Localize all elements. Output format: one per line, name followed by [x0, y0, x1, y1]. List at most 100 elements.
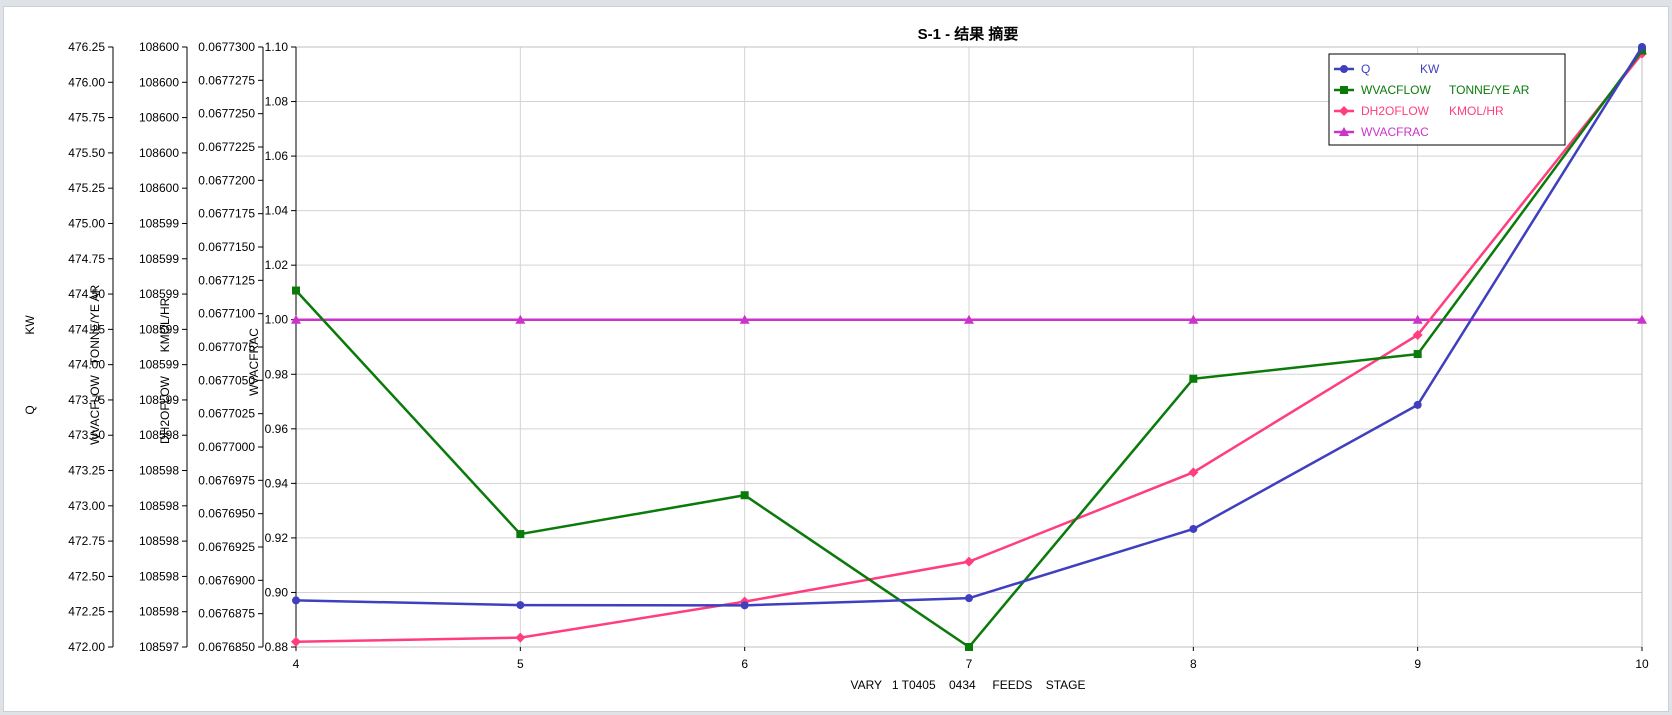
- legend-marker: [1340, 65, 1348, 73]
- y-tick-label-dh2oflow: 0.0676900: [198, 573, 255, 587]
- y-tick-label-dh2oflow: 0.0677175: [198, 207, 255, 221]
- y-tick-label-dh2oflow: 0.0676950: [198, 507, 255, 521]
- y-tick-label-q: 476.00: [68, 75, 105, 89]
- y-tick-label-wvacfrac: 1.04: [265, 204, 289, 218]
- data-point-wvacflow: [965, 643, 973, 651]
- data-point-dh2oflow: [515, 632, 526, 643]
- y-tick-label-dh2oflow: 0.0677150: [198, 240, 255, 254]
- y-tick-label-wvacfrac: 0.88: [265, 640, 289, 654]
- data-point-q: [1413, 400, 1422, 409]
- y-tick-label-wvacflow: 108600: [139, 75, 179, 89]
- y-tick-label-q: 472.75: [68, 534, 105, 548]
- y-tick-label-wvacflow: 108598: [139, 499, 179, 513]
- y-tick-label-dh2oflow: 0.0676875: [198, 607, 255, 621]
- y-tick-label-wvacfrac: 1.06: [265, 149, 289, 163]
- y-tick-label-wvacflow: 108599: [139, 358, 179, 372]
- y-tick-label-q: 475.00: [68, 216, 105, 230]
- x-tick-label: 8: [1190, 657, 1197, 671]
- y-tick-label-wvacflow: 108600: [139, 111, 179, 125]
- y-tick-label-wvacfrac: 1.10: [265, 40, 289, 54]
- legend-label-name: Q: [1361, 62, 1370, 76]
- y-tick-label-wvacflow: 108598: [139, 569, 179, 583]
- legend-label-name: WVACFRAC: [1361, 125, 1429, 139]
- y-tick-label-q: 476.25: [68, 40, 105, 54]
- y-tick-label-q: 473.25: [68, 464, 105, 478]
- y-tick-label-wvacflow: 108599: [139, 252, 179, 266]
- y-tick-label-dh2oflow: 0.0677025: [198, 407, 255, 421]
- y-axis-label-wvacfrac: WVACFRAC: [247, 328, 261, 396]
- y-axis-label-dh2oflow-name: DH2OFLOW: [158, 375, 172, 444]
- y-tick-label-q: 473.00: [68, 499, 105, 513]
- y-tick-label-wvacflow: 108598: [139, 464, 179, 478]
- y-tick-label-wvacfrac: 0.96: [265, 422, 289, 436]
- y-axis-label-wvacflow-unit: TONNE/YE AR: [88, 284, 102, 365]
- y-axis-label-q-name: Q: [23, 405, 37, 414]
- y-tick-label-wvacflow: 108598: [139, 534, 179, 548]
- y-tick-label-wvacfrac: 1.00: [265, 313, 289, 327]
- line-chart: 472.00472.25472.50472.75473.00473.25473.…: [23, 25, 1649, 692]
- data-point-dh2oflow: [291, 636, 301, 647]
- y-tick-label-wvacfrac: 0.98: [265, 367, 289, 381]
- y-tick-label-wvacflow: 108598: [139, 605, 179, 619]
- legend-label-unit: KMOL/HR: [1449, 104, 1504, 118]
- y-axis-label-dh2oflow-unit: KMOL/HR: [158, 297, 172, 352]
- y-tick-label-wvacfrac: 0.94: [265, 476, 289, 490]
- legend-label-unit: KW: [1420, 62, 1440, 76]
- y-tick-label-q: 472.00: [68, 640, 105, 654]
- x-axis-label: VARY 1 T0405 0434 FEEDS STAGE: [850, 678, 1085, 692]
- y-tick-label-q: 475.50: [68, 146, 105, 160]
- data-point-q: [740, 601, 749, 610]
- y-tick-label-dh2oflow: 0.0677000: [198, 440, 255, 454]
- legend-label-name: WVACFLOW: [1361, 83, 1431, 97]
- y-tick-label-wvacflow: 108599: [139, 216, 179, 230]
- legend-label-unit: TONNE/YE AR: [1449, 83, 1530, 97]
- y-axis-wvacflow: 108597 108598 108598 108598 108598 108598 1085…: [88, 40, 188, 654]
- data-point-q: [965, 594, 973, 603]
- x-tick-label: 7: [966, 657, 973, 671]
- data-point-q: [516, 601, 525, 610]
- x-tick-label: 6: [741, 657, 748, 671]
- y-tick-label-wvacfrac: 0.90: [265, 585, 289, 599]
- y-tick-label-dh2oflow: 0.0677275: [198, 73, 255, 87]
- y-tick-label-dh2oflow: 0.0677225: [198, 140, 255, 154]
- legend: Q KW WVACFLOW TONNE/YE AR DH2OFLOW KMOL/HR WVA…: [1328, 53, 1566, 146]
- x-tick-label: 10: [1635, 657, 1649, 671]
- x-tick-label: 5: [517, 657, 524, 671]
- y-tick-label-dh2oflow: 0.0677100: [198, 307, 255, 321]
- y-tick-label-q: 475.75: [68, 111, 105, 125]
- y-tick-label-dh2oflow: 0.0677250: [198, 107, 255, 121]
- y-tick-label-dh2oflow: 0.0676925: [198, 540, 255, 554]
- y-tick-label-q: 472.25: [68, 605, 105, 619]
- data-point-wvacflow: [516, 530, 525, 539]
- data-point-wvacflow: [1413, 350, 1422, 359]
- data-point-q: [292, 596, 300, 605]
- y-tick-label-wvacflow: 108597: [139, 640, 179, 654]
- y-tick-label-wvacflow: 108600: [139, 40, 179, 54]
- data-point-wvacflow: [1189, 374, 1198, 383]
- data-point-q: [1638, 43, 1646, 51]
- data-point-dh2oflow: [964, 556, 974, 567]
- legend-marker: [1340, 86, 1348, 94]
- data-point-q: [1189, 524, 1198, 533]
- y-tick-label-wvacfrac: 1.02: [265, 258, 289, 272]
- x-tick-label: 4: [293, 657, 300, 671]
- y-tick-label-dh2oflow: 0.0676975: [198, 473, 255, 487]
- chart-title: S-1 - 结果 摘要: [918, 25, 1019, 43]
- x-tick-label: 9: [1414, 657, 1421, 671]
- y-tick-label-dh2oflow: 0.0677125: [198, 273, 255, 287]
- y-tick-label-q: 472.50: [68, 569, 105, 583]
- y-axis-wvacfrac: 0.88 0.90 0.92 0.94 0.96 0.98 1.00 1.02 1.04 1.06…: [247, 40, 297, 654]
- legend-label-name: DH2OFLOW: [1361, 104, 1430, 118]
- y-axis-label-wvacflow-name: WVACFLOW: [88, 374, 102, 444]
- data-point-wvacflow: [292, 286, 300, 295]
- y-tick-label-dh2oflow: 0.0677200: [198, 173, 255, 187]
- y-tick-label-wvacfrac: 1.08: [265, 95, 289, 109]
- y-tick-label-wvacfrac: 0.92: [265, 531, 289, 545]
- y-axes: 472.00472.25472.50472.75473.00473.25473.…: [23, 40, 297, 654]
- y-tick-label-wvacflow: 108600: [139, 146, 179, 160]
- y-tick-label-q: 475.25: [68, 181, 105, 195]
- data-point-wvacflow: [740, 491, 749, 500]
- y-tick-label-q: 474.75: [68, 252, 105, 266]
- y-tick-label-dh2oflow: 0.0677300: [198, 40, 255, 54]
- y-tick-label-wvacflow: 108600: [139, 181, 179, 195]
